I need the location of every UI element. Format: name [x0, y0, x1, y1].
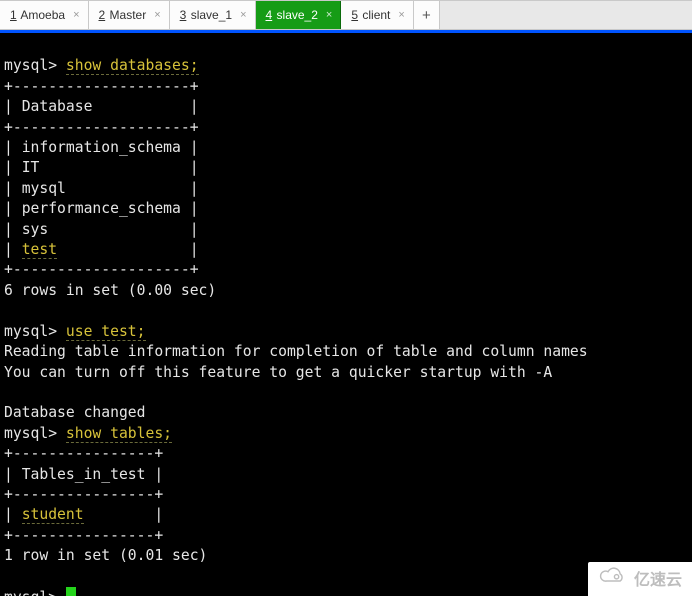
table-border: +--------------------+	[4, 261, 199, 278]
info-line: Reading table information for completion…	[4, 343, 588, 360]
tab-label: 2 Master	[99, 8, 147, 22]
command-text: use test;	[66, 323, 146, 341]
db-name: sys	[22, 221, 49, 238]
table-name: student	[22, 506, 84, 524]
tab-label: 1 Amoeba	[10, 8, 65, 22]
close-icon[interactable]: ×	[71, 10, 81, 21]
info-line: Database changed	[4, 404, 145, 421]
tab-amoeba[interactable]: 1 Amoeba ×	[0, 1, 89, 29]
cursor-block	[66, 587, 76, 596]
db-name: mysql	[22, 180, 66, 197]
mysql-prompt: mysql>	[4, 57, 57, 74]
tab-label: 3 slave_1	[180, 8, 232, 22]
result-summary: 1 row in set (0.01 sec)	[4, 547, 207, 564]
info-line: You can turn off this feature to get a q…	[4, 364, 552, 381]
column-header: Database	[22, 98, 93, 115]
column-header: Tables_in_test	[22, 466, 146, 483]
mysql-prompt: mysql>	[4, 323, 57, 340]
tab-label: 5 client	[351, 8, 390, 22]
plus-icon: +	[422, 7, 431, 24]
close-icon[interactable]: ×	[152, 10, 162, 21]
table-border: +--------------------+	[4, 78, 199, 95]
tab-label: 4 slave_2	[266, 8, 318, 22]
db-name: IT	[22, 159, 40, 176]
tab-bar: 1 Amoeba × 2 Master × 3 slave_1 × 4 slav…	[0, 0, 692, 30]
tab-master[interactable]: 2 Master ×	[89, 1, 170, 29]
db-name: information_schema	[22, 139, 181, 156]
tab-client[interactable]: 5 client ×	[341, 1, 413, 29]
watermark-text: 亿速云	[634, 566, 682, 590]
db-name: performance_schema	[22, 200, 181, 217]
result-summary: 6 rows in set (0.00 sec)	[4, 282, 216, 299]
watermark: 亿速云	[588, 562, 692, 596]
new-tab-button[interactable]: +	[414, 1, 440, 29]
db-name: test	[22, 241, 57, 259]
terminal-pane[interactable]: mysql> show databases; +----------------…	[0, 30, 692, 596]
command-text: show databases;	[66, 57, 199, 75]
table-border: +----------------+	[4, 445, 163, 462]
mysql-prompt: mysql>	[4, 589, 57, 596]
terminal-output: mysql> show databases; +----------------…	[4, 36, 688, 596]
tab-slave-1[interactable]: 3 slave_1 ×	[170, 1, 256, 29]
table-border: +--------------------+	[4, 119, 199, 136]
cloud-icon	[598, 567, 628, 590]
close-icon[interactable]: ×	[324, 10, 334, 21]
close-icon[interactable]: ×	[238, 10, 248, 21]
table-border: +----------------+	[4, 527, 163, 544]
table-border: +----------------+	[4, 486, 163, 503]
command-text: show tables;	[66, 425, 172, 443]
tab-slave-2[interactable]: 4 slave_2 ×	[256, 1, 342, 29]
close-icon[interactable]: ×	[396, 10, 406, 21]
mysql-prompt: mysql>	[4, 425, 57, 442]
